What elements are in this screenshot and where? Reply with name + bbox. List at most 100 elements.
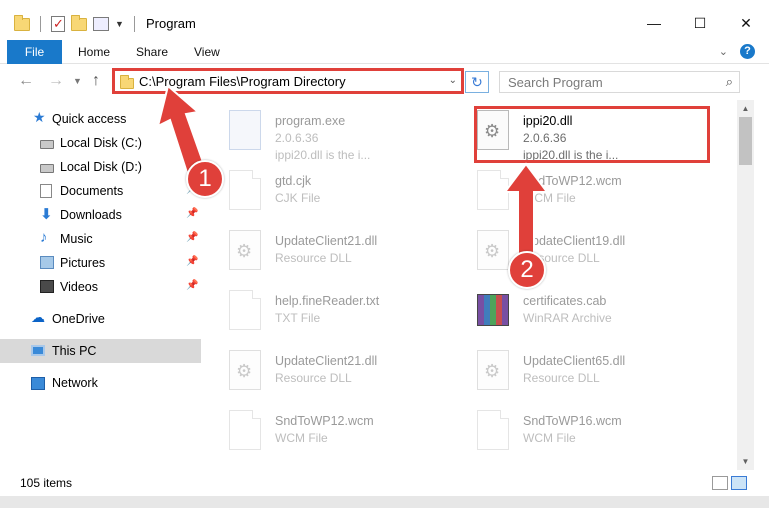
file-description: ippi20.dll is the i... xyxy=(275,148,371,162)
scrollbar-thumb[interactable] xyxy=(739,117,752,165)
drive-icon xyxy=(40,140,54,149)
tab-share[interactable]: Share xyxy=(136,40,168,64)
file-name: certificates.cab xyxy=(523,294,607,308)
file-version: 2.0.6.36 xyxy=(275,131,319,145)
gear-icon: ⚙ xyxy=(236,241,253,261)
file-item-sndtowp12-wcm[interactable]: SndToWP12.wcm WCM File xyxy=(229,406,469,466)
file-type: TXT File xyxy=(275,311,321,325)
sidebar-item-pictures[interactable]: Pictures 📌 xyxy=(0,251,201,275)
scroll-down-arrow-icon[interactable]: ▼ xyxy=(737,453,754,470)
minimize-button[interactable]: — xyxy=(631,8,677,38)
drive-icon xyxy=(40,164,54,173)
vertical-scrollbar[interactable]: ▲ ▼ xyxy=(737,100,754,470)
file-type: CJK File xyxy=(275,191,321,205)
sidebar-item-network[interactable]: Network xyxy=(0,371,201,395)
sidebar-item-downloads[interactable]: ⬇ Downloads 📌 xyxy=(0,203,201,227)
sidebar-item-label: Downloads xyxy=(60,208,122,222)
folder-icon xyxy=(14,14,30,31)
window-bottom-edge xyxy=(0,496,769,508)
refresh-button[interactable]: ↻ xyxy=(465,71,489,93)
gear-icon: ⚙ xyxy=(484,241,501,261)
up-arrow-icon[interactable]: ↑ xyxy=(92,72,100,90)
tab-view[interactable]: View xyxy=(194,40,220,64)
file-type: Resource DLL xyxy=(275,251,352,265)
file-name: UpdateClient65.dll xyxy=(523,354,626,368)
file-icon xyxy=(229,290,261,330)
pin-icon[interactable]: 📌 xyxy=(186,208,198,219)
properties-checkmark-icon[interactable] xyxy=(51,16,65,32)
sidebar-item-label: Quick access xyxy=(52,112,127,126)
documents-icon xyxy=(40,184,52,198)
scroll-up-arrow-icon[interactable]: ▲ xyxy=(737,100,754,117)
pin-icon[interactable]: 📌 xyxy=(186,280,198,291)
item-count: 105 items xyxy=(20,476,73,490)
step-badge-2: 2 xyxy=(508,251,546,289)
navigation-bar: ← → ▼ ↑ C:\Program Files\Program Directo… xyxy=(0,64,769,100)
toolbar-divider xyxy=(40,16,41,32)
sidebar-item-label: Music xyxy=(60,232,93,246)
file-type: Resource DLL xyxy=(523,371,600,385)
tab-file[interactable]: File xyxy=(7,40,62,64)
search-placeholder: Search Program xyxy=(508,75,603,90)
file-item-program-exe[interactable]: program.exe 2.0.6.36 ippi20.dll is the i… xyxy=(229,106,469,166)
computer-icon xyxy=(31,345,45,356)
target-file-highlight xyxy=(474,106,710,163)
file-name: UpdateClient21.dll xyxy=(275,354,378,368)
file-item-certificates-cab[interactable]: certificates.cab WinRAR Archive xyxy=(477,286,717,346)
close-button[interactable]: ✕ xyxy=(723,8,769,38)
search-input[interactable]: Search Program ⌕ xyxy=(499,71,740,93)
view-options-icon[interactable] xyxy=(93,17,109,31)
toolbar-divider xyxy=(133,16,135,32)
address-dropdown-chevron-icon[interactable]: ⌄ xyxy=(449,75,457,86)
forward-arrow-icon[interactable]: → xyxy=(48,72,64,90)
sidebar-item-label: Local Disk (C:) xyxy=(60,136,142,150)
network-icon xyxy=(31,377,45,390)
gear-icon: ⚙ xyxy=(236,361,253,381)
sidebar-item-this-pc[interactable]: This PC xyxy=(0,339,201,363)
new-folder-icon[interactable] xyxy=(71,14,87,31)
file-item-gtd-cjk[interactable]: gtd.cjk CJK File xyxy=(229,166,469,226)
sidebar-item-videos[interactable]: Videos 📌 xyxy=(0,275,201,299)
videos-icon xyxy=(40,280,54,293)
file-name: SndToWP16.wcm xyxy=(523,414,622,428)
file-name: program.exe xyxy=(275,114,346,128)
expand-ribbon-chevron-icon[interactable]: ⌄ xyxy=(719,45,728,58)
download-icon: ⬇ xyxy=(40,206,53,223)
window-title: Program xyxy=(146,16,196,31)
file-icon xyxy=(229,410,261,450)
file-item-help-finereader-txt[interactable]: help.fineReader.txt TXT File xyxy=(229,286,469,346)
annotation-arrow-2 xyxy=(503,162,549,261)
file-type: Resource DLL xyxy=(275,371,352,385)
sidebar-item-label: OneDrive xyxy=(52,312,105,326)
file-type: WinRAR Archive xyxy=(523,311,612,325)
sidebar-item-label: This PC xyxy=(52,344,97,358)
customize-toolbar-chevron-icon[interactable]: ▼ xyxy=(115,19,124,29)
star-icon: ★ xyxy=(33,109,46,125)
sidebar-item-onedrive[interactable]: ☁ OneDrive xyxy=(0,307,201,331)
file-type: WCM File xyxy=(275,431,328,445)
archive-icon xyxy=(477,294,509,326)
quick-access-toolbar: ▼ xyxy=(14,14,139,34)
tab-home[interactable]: Home xyxy=(78,40,110,64)
help-icon[interactable]: ? xyxy=(740,44,755,59)
file-name: help.fineReader.txt xyxy=(275,294,380,308)
sidebar-item-label: Local Disk (D:) xyxy=(60,160,142,174)
back-arrow-icon[interactable]: ← xyxy=(18,72,34,90)
dll-icon: ⚙ xyxy=(229,350,261,390)
title-bar: ▼ Program — ☐ ✕ xyxy=(0,0,769,40)
search-icon[interactable]: ⌕ xyxy=(726,74,733,90)
recent-locations-chevron-icon[interactable]: ▼ xyxy=(73,76,82,86)
file-item-updateclient21-dll[interactable]: ⚙ UpdateClient21.dll Resource DLL xyxy=(229,226,469,286)
file-name: UpdateClient21.dll xyxy=(275,234,378,248)
sidebar-item-music[interactable]: ♪ Music 📌 xyxy=(0,227,201,251)
refresh-icon: ↻ xyxy=(471,74,483,90)
pin-icon[interactable]: 📌 xyxy=(186,256,198,267)
file-icon xyxy=(477,410,509,450)
large-icons-view-icon[interactable] xyxy=(731,476,747,490)
file-item-updateclient65-dll[interactable]: ⚙ UpdateClient65.dll Resource DLL xyxy=(477,346,717,406)
pin-icon[interactable]: 📌 xyxy=(186,232,198,243)
details-view-icon[interactable] xyxy=(712,476,728,490)
file-item-updateclient21-dll[interactable]: ⚙ UpdateClient21.dll Resource DLL xyxy=(229,346,469,406)
file-item-sndtowp16-wcm[interactable]: SndToWP16.wcm WCM File xyxy=(477,406,717,466)
maximize-button[interactable]: ☐ xyxy=(677,8,723,38)
